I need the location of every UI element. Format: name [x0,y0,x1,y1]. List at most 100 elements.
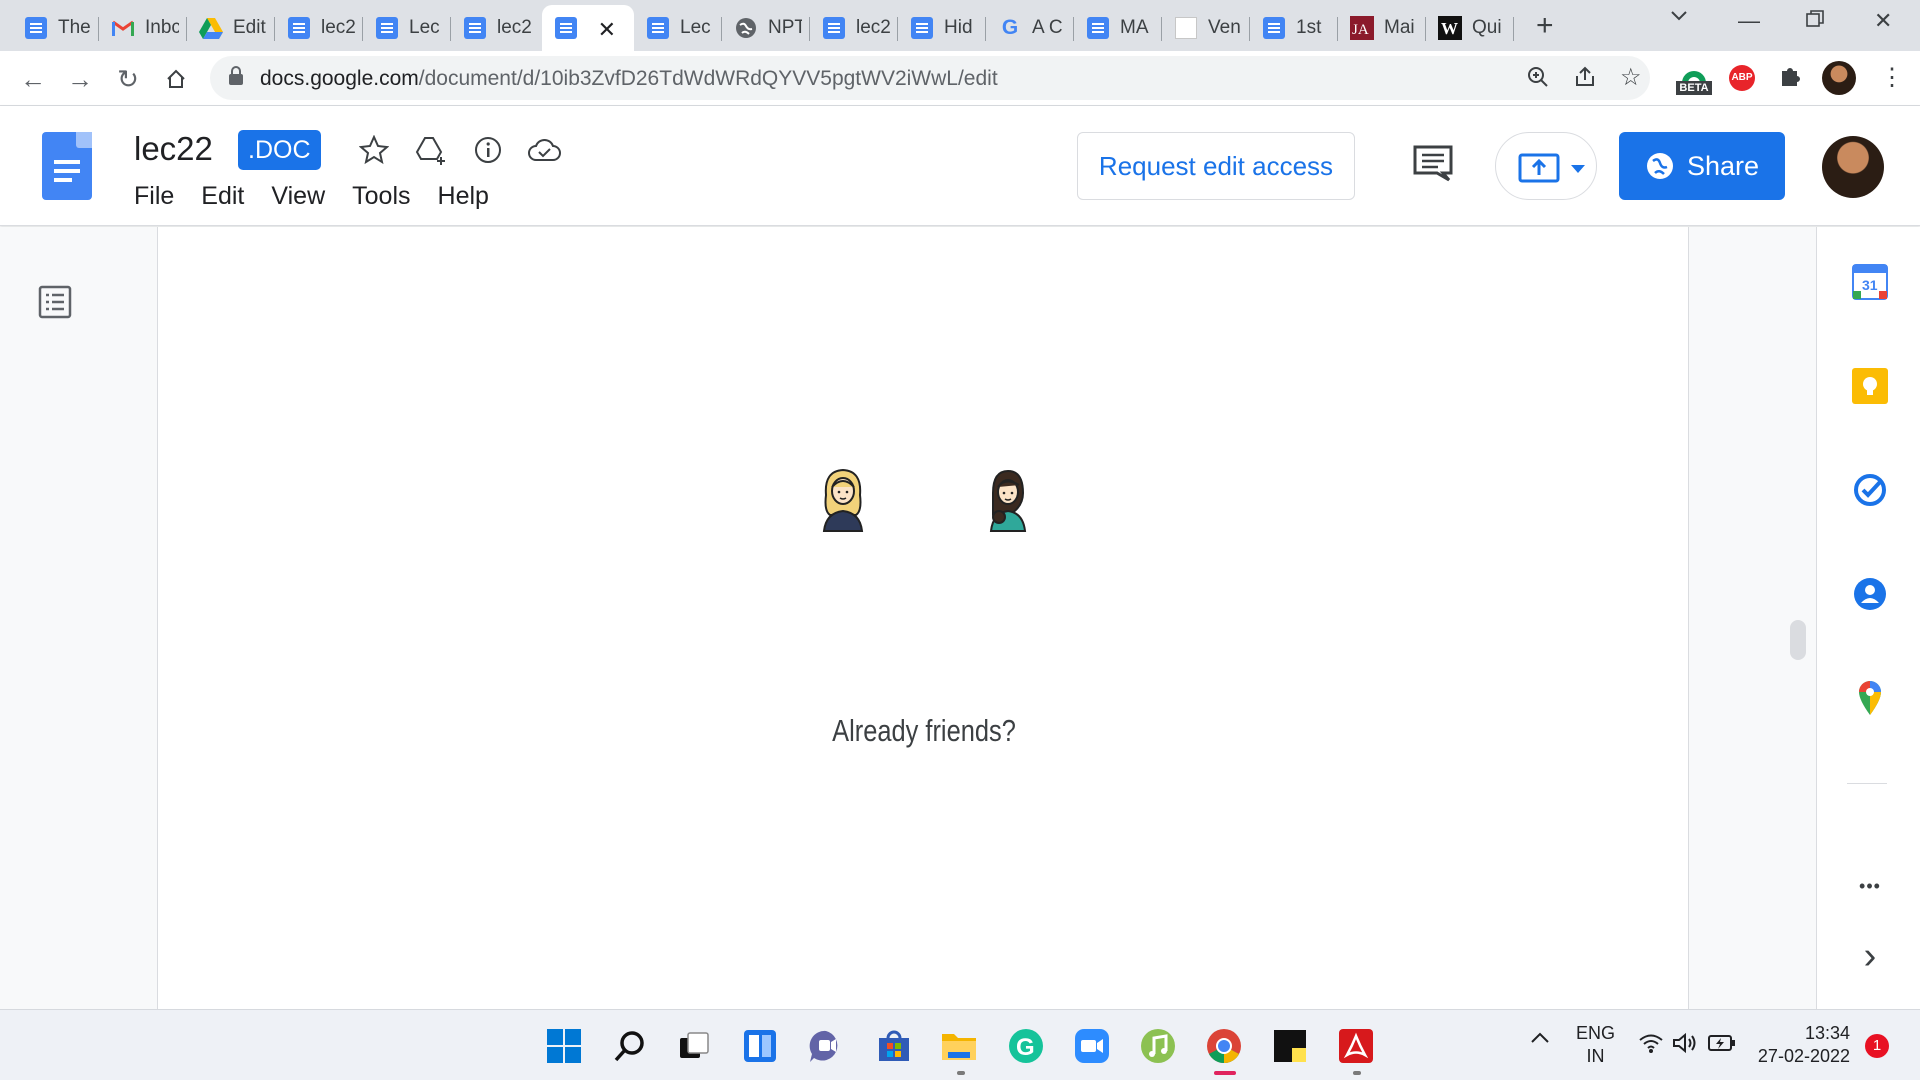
tab-title: lec2 [497,17,531,38]
tab-title: MA [1120,17,1149,38]
browser-tab[interactable]: MA [1074,5,1162,51]
menu-help[interactable]: Help [438,182,489,211]
music-app-icon[interactable] [1140,1028,1176,1064]
notification-badge[interactable]: 1 [1865,1034,1889,1058]
menu-edit[interactable]: Edit [201,182,244,211]
vertical-scrollbar[interactable] [1790,620,1806,660]
cloud-saved-icon[interactable] [526,132,562,168]
google-icon: G [1001,16,1019,39]
document-details-icon[interactable] [470,132,506,168]
google-keep-icon[interactable] [1851,367,1889,405]
window-close-button[interactable]: ✕ [1874,8,1892,34]
menu-view[interactable]: View [271,182,325,211]
share-button[interactable]: Share [1619,132,1785,200]
profile-avatar[interactable] [1822,61,1856,95]
present-button[interactable] [1495,132,1597,200]
browser-tab[interactable]: Lec [634,5,722,51]
windows-start-icon[interactable] [546,1028,582,1064]
google-docs-logo-icon[interactable] [42,132,92,200]
restore-button[interactable] [1806,10,1824,28]
address-bar[interactable]: docs.google.com/document/d/10ib3ZvfD26Td… [210,56,1650,100]
document-caption: Already friends? [832,713,1016,748]
browser-tab[interactable]: lec2 [275,5,363,51]
lock-icon[interactable] [228,66,244,86]
browser-tab[interactable]: Lec [363,5,451,51]
back-button[interactable]: ← [17,63,49,95]
google-calendar-icon[interactable]: 31 [1851,263,1889,301]
grammarly-icon[interactable]: G [1008,1028,1044,1064]
acrobat-reader-icon[interactable] [1338,1028,1374,1064]
volume-icon[interactable] [1672,1032,1698,1054]
close-tab-icon[interactable]: ✕ [598,17,616,43]
document-title[interactable]: lec22 [134,130,213,168]
tab-search-icon[interactable] [1670,10,1688,22]
file-explorer-icon[interactable] [940,1028,976,1064]
account-avatar[interactable] [1822,136,1884,198]
share-label: Share [1686,150,1760,181]
browser-tab-active[interactable]: ✕ [542,5,634,51]
tab-title: Ven [1208,17,1241,38]
browser-tab[interactable]: W Qui [1426,5,1514,51]
browser-tab[interactable]: NPT [722,5,810,51]
request-edit-access-button[interactable]: Request edit access [1077,132,1355,200]
sticky-notes-icon[interactable] [1272,1028,1308,1064]
browser-tab[interactable]: lec2 [451,5,538,51]
menu-tools[interactable]: Tools [352,182,410,211]
teams-chat-icon[interactable] [808,1028,844,1064]
browser-tab[interactable]: Hid [898,5,986,51]
browser-tab[interactable]: Ven [1162,5,1250,51]
browser-tab[interactable]: Inbc [99,5,187,51]
input-language-indicator[interactable]: ENG IN [1576,1022,1615,1068]
document-page[interactable]: Already friends? [157,227,1689,1009]
browser-tab[interactable]: lec2 [810,5,898,51]
widgets-icon[interactable] [742,1028,778,1064]
browser-toolbar: ← → ↻ docs.google.com/document/d/10ib3Zv… [0,51,1920,106]
browser-tab[interactable]: G A C [986,5,1074,51]
show-hidden-icons-icon[interactable] [1530,1032,1550,1044]
battery-icon[interactable] [1708,1034,1736,1052]
extensions-puzzle-icon[interactable] [1778,65,1802,89]
task-view-icon[interactable] [676,1028,712,1064]
url-text[interactable]: docs.google.com/document/d/10ib3ZvfD26Td… [260,67,998,91]
menu-file[interactable]: File [134,182,174,211]
tab-title: NPT [768,17,802,38]
browser-tab[interactable]: JA Mai [1338,5,1426,51]
home-button[interactable] [160,63,192,95]
bookmark-star-icon[interactable]: ☆ [1620,63,1642,92]
extension-beta-icon[interactable]: BETA [1676,61,1712,99]
browser-tab[interactable]: 1st [1250,5,1338,51]
document-outline-icon[interactable] [38,285,72,319]
forward-button[interactable]: → [64,63,96,95]
google-tasks-icon[interactable] [1851,471,1889,509]
clock[interactable]: 13:34 27-02-2022 [1754,1022,1850,1068]
browser-tab[interactable]: Edit [187,5,275,51]
google-docs-icon [1262,16,1286,40]
tab-title: The [58,17,91,38]
chrome-icon[interactable] [1206,1028,1242,1064]
new-tab-button[interactable]: + [1536,9,1554,43]
browser-tab[interactable]: The [12,5,99,51]
comment-history-icon[interactable] [1412,144,1454,182]
dark-haired-woman-avatar-image [983,465,1033,533]
running-indicator [1353,1071,1361,1075]
share-page-icon[interactable] [1574,66,1596,88]
browser-tab-strip: The Inbc Edit lec2 Lec lec2 ✕ Lec NPT le… [0,0,1920,51]
browser-menu-icon[interactable]: ⋮ [1880,63,1904,92]
reload-button[interactable]: ↻ [112,63,144,95]
search-icon[interactable] [612,1028,648,1064]
side-panel: 31 ••• › [1816,227,1920,1009]
star-icon[interactable] [356,132,392,168]
side-panel-divider [1847,783,1887,784]
zoom-app-icon[interactable] [1074,1028,1110,1064]
adblock-plus-icon[interactable]: ABP [1729,65,1755,91]
add-to-drive-icon[interactable] [413,132,449,168]
tab-title: Hid [944,17,973,38]
wifi-icon[interactable] [1638,1032,1664,1054]
zoom-icon[interactable] [1527,66,1549,88]
minimize-button[interactable]: — [1738,8,1760,34]
microsoft-store-icon[interactable] [876,1028,912,1064]
hide-side-panel-icon[interactable]: › [1851,935,1889,977]
more-apps-icon[interactable]: ••• [1851,867,1889,905]
google-contacts-icon[interactable] [1851,575,1889,613]
google-maps-icon[interactable] [1851,679,1889,717]
